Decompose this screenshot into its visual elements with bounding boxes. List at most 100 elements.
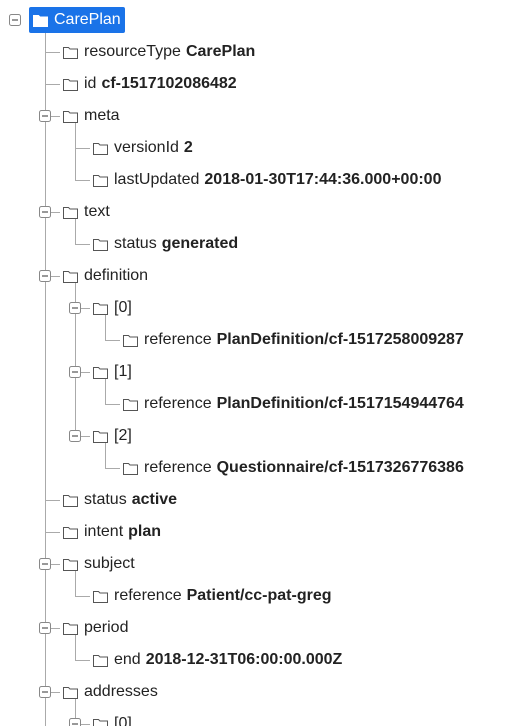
tree-connector [75, 148, 90, 149]
folder-icon [93, 142, 108, 155]
node-key: reference [144, 395, 212, 412]
folder-icon [123, 398, 138, 411]
tree-node[interactable]: intent plan [63, 519, 161, 545]
folder-icon [63, 686, 78, 699]
collapse-toggle-icon[interactable] [69, 302, 81, 314]
collapse-toggle-icon[interactable] [39, 110, 51, 122]
folder-icon [93, 654, 108, 667]
tree-connector [75, 244, 90, 245]
node-value: active [131, 491, 178, 508]
tree-connector [75, 596, 90, 597]
tree-connector [45, 52, 60, 53]
tree-node[interactable]: reference Patient/cc-pat-greg [93, 583, 332, 609]
folder-icon [93, 430, 108, 443]
tree-node[interactable]: meta [63, 103, 120, 129]
tree-connector [105, 468, 120, 469]
tree-node[interactable]: [1] [93, 359, 132, 385]
node-key: definition [84, 267, 149, 284]
node-value: Questionnaire/cf-1517326776386 [216, 459, 464, 476]
node-value: cf-1517102086482 [101, 75, 237, 92]
collapse-toggle-icon[interactable] [69, 430, 81, 442]
folder-icon [63, 622, 78, 635]
collapse-toggle-icon[interactable] [39, 622, 51, 634]
tree-node[interactable]: [2] [93, 423, 132, 449]
node-key: reference [144, 331, 212, 348]
tree-node[interactable]: subject [63, 551, 135, 577]
tree-connector [75, 180, 90, 181]
node-key: text [84, 203, 110, 220]
tree-connector [105, 404, 120, 405]
node-key: resourceType [84, 43, 181, 60]
node-key: status [84, 491, 127, 508]
folder-icon [63, 78, 78, 91]
tree-guide-line [45, 27, 46, 692]
folder-icon [93, 238, 108, 251]
node-value: 2018-01-30T17:44:36.000+00:00 [204, 171, 442, 188]
node-key: status [114, 235, 157, 252]
tree-connector [45, 500, 60, 501]
collapse-toggle-icon[interactable] [9, 14, 21, 26]
collapse-toggle-icon[interactable] [39, 206, 51, 218]
tree-node[interactable]: status generated [93, 231, 238, 257]
tree-connector [105, 340, 120, 341]
node-value: CarePlan [185, 43, 256, 60]
node-key: id [84, 75, 97, 92]
node-key: addresses [84, 683, 158, 700]
node-value: PlanDefinition/cf-1517258009287 [216, 331, 464, 348]
folder-icon [33, 14, 48, 27]
tree-root-node[interactable]: CarePlan [29, 7, 125, 33]
node-key: lastUpdated [114, 171, 200, 188]
node-key: meta [84, 107, 120, 124]
tree-node[interactable]: definition [63, 263, 148, 289]
tree-node[interactable]: [0] [93, 295, 132, 321]
tree-node[interactable]: reference Questionnaire/cf-1517326776386 [123, 455, 464, 481]
node-key: reference [114, 587, 182, 604]
collapse-toggle-icon[interactable] [39, 558, 51, 570]
node-key: [0] [114, 299, 132, 316]
node-value: 2 [183, 139, 193, 156]
tree-connector [75, 660, 90, 661]
tree-node[interactable]: period [63, 615, 128, 641]
collapse-toggle-icon[interactable] [69, 718, 81, 726]
folder-icon [123, 334, 138, 347]
node-key: end [114, 651, 141, 668]
node-value: Patient/cc-pat-greg [186, 587, 332, 604]
tree-node[interactable]: versionId 2 [93, 135, 193, 161]
tree-node[interactable]: status active [63, 487, 177, 513]
tree-node[interactable]: resourceType CarePlan [63, 39, 255, 65]
tree-node[interactable]: addresses [63, 679, 158, 705]
folder-icon [63, 206, 78, 219]
folder-icon [93, 174, 108, 187]
folder-icon [63, 270, 78, 283]
collapse-toggle-icon[interactable] [39, 686, 51, 698]
tree-node[interactable]: [0] [93, 711, 132, 726]
node-key: CarePlan [54, 11, 121, 28]
tree-node[interactable]: text [63, 199, 110, 225]
node-key: [1] [114, 363, 132, 380]
node-key: intent [84, 523, 124, 540]
node-key: reference [144, 459, 212, 476]
tree-node[interactable]: end 2018-12-31T06:00:00.000Z [93, 647, 342, 673]
json-tree-view: CarePlan resourceType CarePlan id cf-1517102… [0, 0, 510, 726]
folder-icon [63, 526, 78, 539]
tree-node[interactable]: reference PlanDefinition/cf-1517258009287 [123, 327, 464, 353]
collapse-toggle-icon[interactable] [39, 270, 51, 282]
tree-connector [45, 532, 60, 533]
folder-icon [93, 718, 108, 726]
folder-icon [63, 110, 78, 123]
node-key: period [84, 619, 129, 636]
folder-icon [93, 366, 108, 379]
folder-icon [63, 494, 78, 507]
folder-icon [123, 462, 138, 475]
collapse-toggle-icon[interactable] [69, 366, 81, 378]
node-key: [0] [114, 715, 132, 726]
tree-node[interactable]: id cf-1517102086482 [63, 71, 237, 97]
node-value: PlanDefinition/cf-1517154944764 [216, 395, 464, 412]
folder-icon [93, 590, 108, 603]
node-value: 2018-12-31T06:00:00.000Z [145, 651, 343, 668]
node-key: subject [84, 555, 135, 572]
node-key: versionId [114, 139, 179, 156]
tree-node[interactable]: lastUpdated 2018-01-30T17:44:36.000+00:00 [93, 167, 441, 193]
tree-node[interactable]: reference PlanDefinition/cf-1517154944764 [123, 391, 464, 417]
folder-icon [63, 46, 78, 59]
